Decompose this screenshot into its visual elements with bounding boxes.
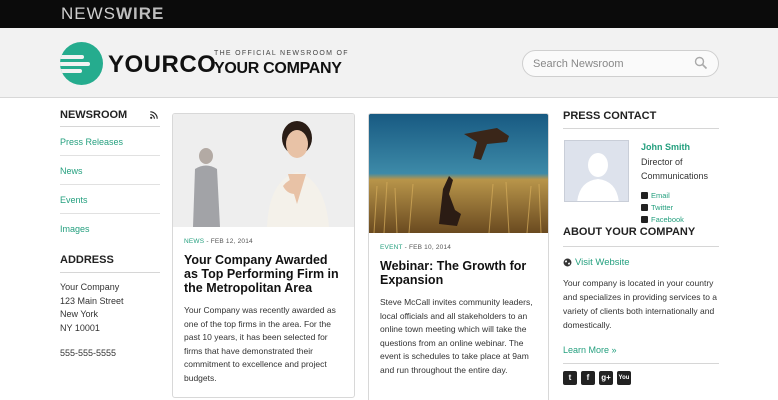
event-card[interactable]: EVENT - FEB 10, 2014 Webinar: The Growth… xyxy=(368,113,549,400)
address-line: NY 10001 xyxy=(60,322,100,333)
right-column: PRESS CONTACT John Smith Director of Com… xyxy=(563,98,719,385)
facebook-icon[interactable]: f xyxy=(581,371,595,385)
contact-link-label: Twitter xyxy=(651,202,674,212)
avatar xyxy=(564,140,629,202)
tagline-small: THE OFFICIAL NEWSROOM OF xyxy=(214,50,349,57)
visit-website-label: Visit Website xyxy=(575,257,630,268)
card-meta: EVENT - FEB 10, 2014 xyxy=(380,244,548,251)
contact-name[interactable]: John Smith xyxy=(641,142,690,152)
about-text: Your company is located in your country … xyxy=(563,278,718,330)
press-contact: John Smith Director of Communications Em… xyxy=(563,129,719,229)
phone-number: 555-555-5555 xyxy=(60,348,117,358)
card-date: - FEB 10, 2014 xyxy=(402,244,452,251)
card-image[interactable] xyxy=(369,114,548,233)
globe-icon xyxy=(563,258,572,267)
newswire-logo-part-b: WIRE xyxy=(116,4,165,23)
google-plus-icon[interactable]: g+ xyxy=(599,371,613,385)
default-avatar-icon xyxy=(565,141,628,201)
contact-email-link[interactable]: Email xyxy=(641,189,684,201)
news-card[interactable]: NEWS - FEB 12, 2014 Your Company Awarded… xyxy=(172,113,355,398)
press-contact-heading: PRESS CONTACT xyxy=(563,98,719,129)
card-date: - FEB 12, 2014 xyxy=(204,238,253,245)
contact-link-label: Email xyxy=(651,190,670,200)
card-category[interactable]: EVENT xyxy=(380,244,403,251)
facebook-icon xyxy=(641,215,648,223)
sidebar-item-images[interactable]: Images xyxy=(60,214,160,243)
rss-icon[interactable] xyxy=(150,111,158,119)
card-title[interactable]: Your Company Awarded as Top Performing F… xyxy=(184,253,344,295)
newsroom-heading-label: NEWSROOM xyxy=(60,109,128,121)
card-meta: NEWS - FEB 12, 2014 xyxy=(184,238,354,245)
address-line: 123 Main Street xyxy=(60,295,124,306)
address-line: Your Company xyxy=(60,282,120,292)
about-heading: ABOUT YOUR COMPANY xyxy=(563,226,719,247)
sidebar-item-events[interactable]: Events xyxy=(60,185,160,214)
yourco-logo-icon[interactable] xyxy=(60,42,103,85)
contact-twitter-link[interactable]: Twitter xyxy=(641,201,684,213)
search-box xyxy=(522,50,719,77)
search-icon[interactable] xyxy=(694,56,708,70)
newsroom-header: YOURCO THE OFFICIAL NEWSROOM OF YOUR COM… xyxy=(0,28,778,98)
card-image[interactable] xyxy=(173,114,354,227)
twitter-icon[interactable]: t xyxy=(563,371,577,385)
learn-more-link[interactable]: Learn More » xyxy=(563,345,719,355)
address-line: New York xyxy=(60,309,99,319)
newsroom-heading: NEWSROOM xyxy=(60,98,160,127)
contact-facebook-link[interactable]: Facebook xyxy=(641,213,684,225)
email-icon xyxy=(641,191,648,199)
card-body: Steve McCall invites community leaders, … xyxy=(380,297,533,375)
sidebar-item-news[interactable]: News xyxy=(60,156,160,185)
newswire-logo[interactable]: NEWSWIRE xyxy=(61,4,164,24)
divider xyxy=(563,363,719,364)
newswire-logo-part-a: NEWS xyxy=(61,4,116,23)
youtube-icon[interactable]: You xyxy=(617,371,631,385)
twitter-icon xyxy=(641,203,648,211)
social-icons: t f g+ You xyxy=(563,371,719,385)
newswire-bar: NEWSWIRE xyxy=(0,0,778,28)
card-category[interactable]: NEWS xyxy=(184,238,204,245)
card-body: Your Company was recently awarded as one… xyxy=(184,305,336,383)
contact-role: Director of Communications xyxy=(641,157,709,181)
yourco-logo-text[interactable]: YOURCO xyxy=(108,51,216,79)
address-block: Your Company 123 Main Street New York NY… xyxy=(60,281,160,335)
address-heading: ADDRESS xyxy=(60,254,160,273)
tagline-company: YOUR COMPANY xyxy=(214,60,342,77)
sidebar-item-press-releases[interactable]: Press Releases xyxy=(60,127,160,156)
contact-link-label: Facebook xyxy=(651,214,684,224)
left-sidebar: NEWSROOM Press Releases News Events Imag… xyxy=(60,98,160,358)
visit-website-link[interactable]: Visit Website xyxy=(563,257,719,268)
framing-hands-image xyxy=(369,114,548,233)
search-input[interactable] xyxy=(533,56,688,72)
business-people-image xyxy=(173,114,354,227)
contact-links: Email Twitter Facebook xyxy=(641,189,684,225)
card-title[interactable]: Webinar: The Growth for Expansion xyxy=(380,259,538,287)
